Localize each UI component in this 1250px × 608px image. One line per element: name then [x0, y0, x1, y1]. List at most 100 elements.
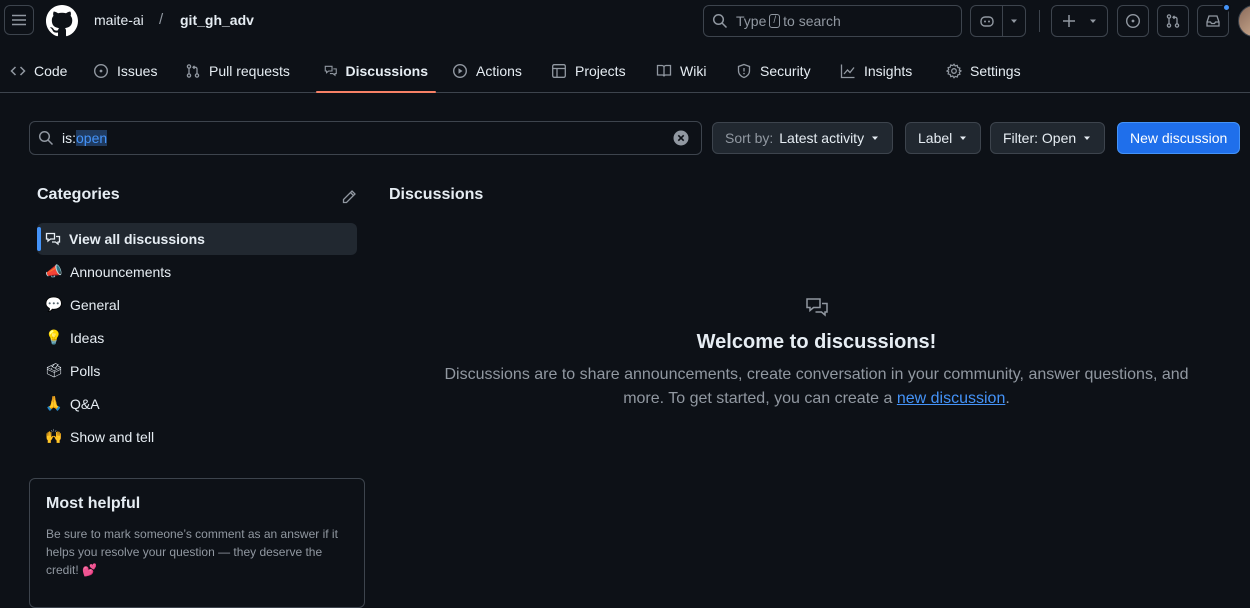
new-discussion-button[interactable]: New discussion	[1117, 122, 1241, 154]
empty-state-text: Discussions are to share announcements, …	[444, 366, 1189, 407]
category-item-general[interactable]: 💬 General	[37, 288, 357, 321]
most-helpful-title: Most helpful	[46, 495, 141, 512]
category-label: Show and tell	[70, 428, 155, 445]
most-helpful-text: Be sure to mark someone’s comment as an …	[46, 527, 338, 577]
speech-balloon-icon: 💬	[45, 296, 63, 312]
categories-heading: Categories	[37, 186, 120, 203]
play-icon	[452, 63, 468, 79]
breadcrumb-repo-link[interactable]: git_gh_adv	[180, 12, 254, 28]
pull-requests-shortcut-button[interactable]	[1157, 5, 1189, 37]
git-pull-request-icon	[186, 64, 200, 78]
shield-icon	[737, 63, 751, 79]
issue-opened-icon	[1125, 13, 1141, 29]
discussion-search-input[interactable]: is: open	[29, 121, 702, 155]
category-list: View all discussions 📣 Announcements 💬 G…	[37, 223, 357, 453]
sort-by-button[interactable]: Sort by: Latest activity	[712, 122, 894, 154]
triangle-down-icon	[960, 136, 967, 140]
category-item-polls[interactable]: 🗳 Polls	[37, 354, 357, 387]
triangle-down-icon	[1011, 19, 1017, 23]
category-item-all[interactable]: View all discussions	[37, 223, 357, 255]
pencil-icon[interactable]	[341, 189, 357, 205]
raising-hands-icon: 🙌	[45, 428, 63, 444]
megaphone-icon: 📣	[45, 263, 63, 279]
graph-icon	[840, 64, 855, 79]
tab-label: Wiki	[680, 63, 707, 79]
inbox-button[interactable]	[1197, 3, 1231, 37]
category-item-qa[interactable]: 🙏 Q&A	[37, 387, 357, 420]
tab-settings[interactable]: Settings	[938, 50, 1029, 92]
tab-label: Code	[34, 63, 68, 79]
inbox-icon	[1206, 15, 1220, 27]
book-icon	[656, 64, 672, 77]
category-label: View all discussions	[69, 231, 205, 247]
empty-state-description: Discussions are to share announcements, …	[430, 363, 1203, 411]
praying-hands-icon: 🙏	[45, 395, 63, 411]
copilot-button[interactable]	[971, 6, 1003, 36]
tab-security[interactable]: Security	[728, 50, 819, 92]
most-helpful-box: Most helpful Be sure to mark someone’s c…	[29, 478, 365, 608]
category-label: Polls	[70, 362, 101, 379]
triangle-down-icon	[872, 136, 879, 140]
search-prefix-text: Type	[736, 13, 767, 29]
copilot-icon	[979, 16, 994, 27]
new-discussion-link[interactable]: new discussion	[897, 390, 1006, 407]
category-item-ideas[interactable]: 💡 Ideas	[37, 321, 357, 354]
tab-actions[interactable]: Actions	[444, 50, 530, 92]
category-label: Q&A	[70, 395, 100, 412]
ballot-box-icon: 🗳	[45, 362, 63, 378]
tab-pull-requests[interactable]: Pull requests	[177, 50, 298, 92]
empty-state-title: Welcome to discussions!	[696, 331, 937, 353]
create-new-button[interactable]	[1051, 5, 1108, 37]
notification-dot	[1222, 3, 1231, 12]
hamburger-menu-button[interactable]	[4, 5, 34, 35]
issue-opened-icon	[93, 63, 109, 79]
new-discussion-text: New discussion	[1130, 130, 1228, 146]
tab-discussions[interactable]: Discussions	[316, 50, 436, 93]
tab-label: Discussions	[345, 63, 428, 79]
empty-state-period: .	[1005, 390, 1010, 407]
tab-label: Pull requests	[209, 63, 290, 79]
tab-label: Settings	[970, 63, 1021, 79]
global-search-input[interactable]: Type / to search	[703, 5, 962, 37]
issues-shortcut-button[interactable]	[1117, 5, 1149, 37]
query-key-text: is:	[62, 130, 76, 146]
sort-prefix: Sort by:	[725, 130, 774, 146]
sort-value: Latest activity	[779, 130, 865, 146]
search-icon	[38, 130, 54, 146]
repo-nav: Code Issues Pull requests Discussions Ac…	[0, 50, 1250, 93]
tab-insights[interactable]: Insights	[832, 50, 920, 92]
copilot-button-group	[970, 5, 1026, 37]
tab-label: Actions	[476, 63, 522, 79]
copilot-dropdown-button[interactable]	[1003, 6, 1025, 36]
light-bulb-icon: 💡	[45, 329, 63, 345]
filter-button[interactable]: Filter: Open	[990, 122, 1106, 154]
tab-wiki[interactable]: Wiki	[648, 50, 714, 92]
category-label: General	[70, 296, 120, 313]
tab-label: Issues	[117, 63, 158, 79]
three-bars-icon	[12, 14, 26, 26]
tab-code[interactable]: Code	[2, 50, 75, 92]
comment-discussion-icon	[324, 65, 337, 77]
clear-search-icon[interactable]	[673, 130, 689, 146]
user-avatar[interactable]	[1238, 5, 1250, 37]
git-pull-request-icon	[1166, 14, 1180, 28]
header-divider	[1039, 10, 1040, 32]
top-bar: maite-ai / git_gh_adv Type / to search	[0, 0, 1250, 42]
tab-projects[interactable]: Projects	[543, 50, 634, 92]
search-icon	[712, 13, 728, 29]
discussions-heading: Discussions	[389, 186, 484, 203]
tab-label: Insights	[864, 63, 913, 79]
label-button[interactable]: Label	[905, 122, 982, 154]
label-button-text: Label	[918, 130, 953, 146]
breadcrumb-owner-link[interactable]: maite-ai	[94, 12, 144, 28]
triangle-down-icon	[1089, 19, 1096, 23]
table-icon	[552, 64, 566, 78]
filter-button-text: Filter: Open	[1003, 130, 1077, 146]
github-logo-icon[interactable]	[46, 5, 78, 37]
breadcrumb-separator: /	[159, 11, 164, 28]
tab-label: Security	[760, 63, 811, 79]
category-item-show-and-tell[interactable]: 🙌 Show and tell	[37, 420, 357, 453]
category-item-announcements[interactable]: 📣 Announcements	[37, 255, 357, 288]
tab-issues[interactable]: Issues	[85, 50, 165, 92]
tab-label: Projects	[575, 63, 626, 79]
